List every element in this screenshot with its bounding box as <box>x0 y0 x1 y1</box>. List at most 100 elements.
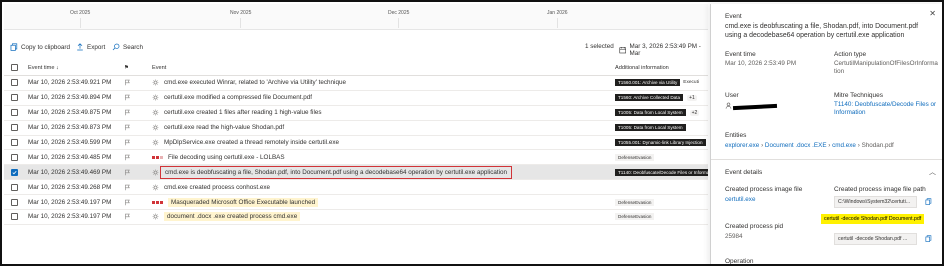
table-row[interactable]: Mar 10, 2026 2:53:49.921 PM cmd.exe exec… <box>4 76 708 91</box>
technique-tag[interactable]: T1560: Archive Collected Data <box>615 94 684 102</box>
date-range-picker[interactable]: Mar 3, 2026 2:53:49 PM - Mar <box>619 43 708 57</box>
created-image-path-label: Created process image file path <box>834 186 926 193</box>
chevron-up-icon[interactable]: ︿ <box>929 167 936 177</box>
table-header: Event time ↓ ⚑ Event Additional informat… <box>4 60 708 76</box>
flag-icon[interactable] <box>124 180 144 194</box>
flag-icon[interactable] <box>124 195 144 209</box>
event-cell[interactable]: cmd.exe created process conhost.exe <box>152 180 607 194</box>
technique-tag[interactable]: DefenseEvasion <box>615 213 655 221</box>
event-cell[interactable]: certutil.exe modified a compressed file … <box>152 91 607 105</box>
copy-icon <box>10 43 18 51</box>
process-icon <box>152 213 159 220</box>
table-row[interactable]: Mar 10, 2026 2:53:49.197 PM Masqueraded … <box>4 195 708 211</box>
entity-link[interactable]: Document .docx .EXE <box>765 142 827 149</box>
event-cell[interactable]: File decoding using certutil.exe - LOLBA… <box>152 150 607 164</box>
row-checkbox[interactable] <box>11 150 21 164</box>
calendar-icon <box>619 47 627 54</box>
row-checkbox[interactable] <box>11 210 21 224</box>
timeline-month: Dec 2025 <box>388 10 410 16</box>
copy-to-clipboard-button[interactable]: Copy to clipboard <box>10 43 70 51</box>
command-line-highlight: certutil -decode Shodan.pdf Document.pdf <box>821 214 925 224</box>
technique-tag[interactable]: DefenseEvasion <box>615 198 655 206</box>
row-checkbox[interactable] <box>11 136 21 150</box>
flag-icon[interactable] <box>124 165 144 179</box>
created-pid-label: Created process pid <box>725 223 784 230</box>
timeline-month: Nov 2025 <box>230 10 252 16</box>
table-row[interactable]: Mar 10, 2026 2:53:49.873 PM certutil.exe… <box>4 121 708 136</box>
flag-icon[interactable] <box>124 91 144 105</box>
flag-icon[interactable] <box>124 136 144 150</box>
panel-title: cmd.exe is deobfuscating a file, Shodan.… <box>725 23 919 39</box>
additional-info-cell: DefenseEvasion <box>615 195 708 209</box>
row-checkbox[interactable] <box>11 91 21 105</box>
event-cell[interactable]: certutil.exe created 1 files after readi… <box>152 106 607 120</box>
table-row[interactable]: Mar 10, 2026 2:53:49.894 PM certutil.exe… <box>4 91 708 106</box>
timeline-chart[interactable]: Oct 2025 Nov 2025 Dec 2025 Jan 2026 <box>4 4 708 30</box>
technique-tag[interactable]: T1005: Data from Local System <box>615 109 686 117</box>
flag-icon[interactable] <box>124 106 144 120</box>
event-details-label[interactable]: Event details <box>725 169 762 176</box>
search-icon <box>112 43 120 51</box>
created-image-file-label: Created process image file <box>725 186 803 193</box>
export-button[interactable]: Export <box>76 43 105 51</box>
table-row[interactable]: Mar 10, 2026 2:53:49.875 PM certutil.exe… <box>4 106 708 121</box>
table-row[interactable]: Mar 10, 2026 2:53:49.469 PM cmd.exe is d… <box>4 165 708 181</box>
column-header-event-time[interactable]: Event time ↓ <box>28 60 120 75</box>
row-checkbox[interactable] <box>11 165 21 179</box>
created-image-path-value: C:\Windows\System32\certuti... <box>834 196 917 208</box>
event-cell[interactable]: cmd.exe executed Winrar, related to 'Arc… <box>152 76 607 90</box>
entity-link[interactable]: cmd.exe <box>832 142 856 149</box>
entity-file[interactable]: Shodan.pdf <box>862 142 894 149</box>
table-row[interactable]: Mar 10, 2026 2:53:49.599 PM MpDlpService… <box>4 136 708 151</box>
technique-tag[interactable]: T1560.001: Archive via Utility <box>615 79 681 87</box>
more-tags-badge[interactable]: +2 <box>689 109 700 116</box>
entity-link[interactable]: explorer.exe <box>725 142 759 149</box>
row-checkbox[interactable] <box>11 106 21 120</box>
row-checkbox[interactable] <box>11 195 21 209</box>
event-time-cell: Mar 10, 2026 2:53:49.197 PM <box>28 213 112 221</box>
table-row[interactable]: Mar 10, 2026 2:53:49.485 PM File decodin… <box>4 150 708 166</box>
event-time-label: Event time <box>725 51 756 58</box>
export-icon <box>77 43 83 51</box>
selection-count: 1 selected <box>585 43 614 50</box>
table-row[interactable]: Mar 10, 2026 2:53:49.268 PM cmd.exe crea… <box>4 180 708 196</box>
close-icon[interactable]: ✕ <box>929 9 936 18</box>
flag-icon[interactable] <box>124 76 144 90</box>
row-checkbox[interactable] <box>11 121 21 135</box>
event-text: document .docx .exe created process cmd.… <box>164 212 301 222</box>
process-icon <box>152 139 159 146</box>
row-checkbox[interactable] <box>11 180 21 194</box>
event-cell[interactable]: Masqueraded Microsoft Office Executable … <box>152 195 607 209</box>
flag-icon[interactable] <box>124 150 144 164</box>
technique-tag[interactable]: DefenseEvasion <box>615 153 655 161</box>
technique-tag[interactable]: T1055.001: Dynamic-link Library Injectio… <box>615 139 706 146</box>
divider <box>711 159 942 160</box>
event-cell[interactable]: cmd.exe is deobfuscating a file, Shodan.… <box>152 165 607 179</box>
column-header-event[interactable]: Event <box>152 60 607 75</box>
event-time-cell: Mar 10, 2026 2:53:49.921 PM <box>28 79 112 87</box>
mitre-technique-link[interactable]: T1140: Deobfuscate/Decode Files or Infor… <box>834 101 938 117</box>
row-checkbox[interactable] <box>11 76 21 90</box>
technique-tag[interactable]: T1140: Deobfuscate/Decode Files or Infor… <box>615 168 708 176</box>
flag-icon[interactable] <box>124 210 144 224</box>
additional-info-cell: T1140: Deobfuscate/Decode Files or Infor… <box>615 165 708 179</box>
process-icon <box>152 109 159 116</box>
technique-tag[interactable]: T1005: Data from Local System <box>615 124 686 132</box>
copy-icon[interactable] <box>925 235 932 242</box>
copy-icon[interactable] <box>925 198 932 205</box>
entities-label: Entities <box>725 132 747 139</box>
column-header-flag[interactable]: ⚑ <box>124 60 144 75</box>
process-icon <box>152 184 159 191</box>
column-header-additional-info[interactable]: Additional information <box>615 60 708 75</box>
created-image-file-value[interactable]: certutil.exe <box>725 196 755 204</box>
event-cell[interactable]: MpDlpService.exe created a thread remote… <box>152 136 607 150</box>
event-cell[interactable]: certutil.exe read the high-value Shodan.… <box>152 121 607 135</box>
event-time-cell: Mar 10, 2026 2:53:49.873 PM <box>28 124 112 132</box>
flag-icon[interactable] <box>124 121 144 135</box>
command-line-value: certutil -decode Shodan.pdf ... <box>834 233 917 245</box>
select-all-checkbox[interactable] <box>11 60 21 75</box>
table-row[interactable]: Mar 10, 2026 2:53:49.197 PM document .do… <box>4 210 708 225</box>
event-cell[interactable]: document .docx .exe created process cmd.… <box>152 210 607 224</box>
search-button[interactable]: Search <box>112 43 143 51</box>
more-tags-badge[interactable]: +1 <box>687 94 697 101</box>
